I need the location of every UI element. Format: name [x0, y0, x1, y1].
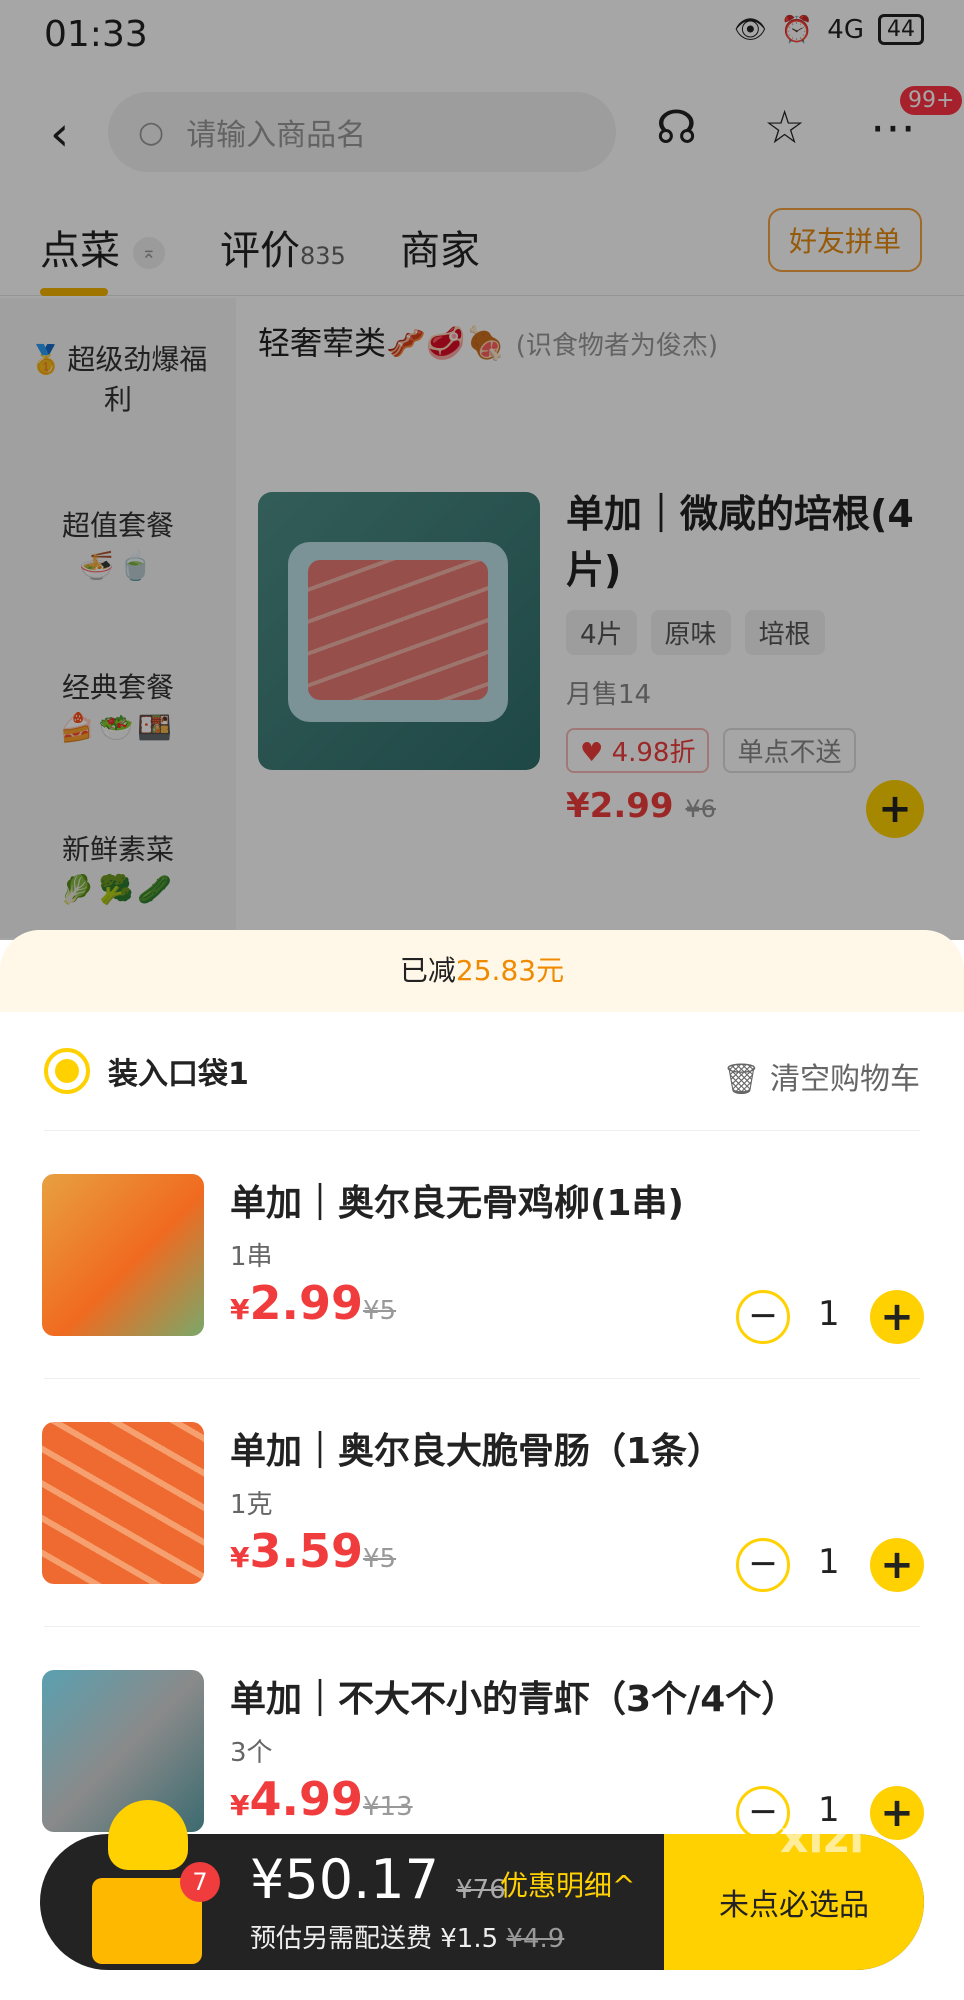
decrease-button[interactable]: −: [736, 1290, 790, 1344]
cart-mascot-icon[interactable]: 7: [80, 1800, 220, 1970]
promo-details-button[interactable]: 优惠明细^: [500, 1864, 635, 1904]
watermark: xizi: [780, 1812, 865, 1863]
cart-item: 单加｜奥尔良无骨鸡柳(1串) 1串 ¥2.99¥5 − 1 +: [0, 1130, 964, 1378]
cart-item-spec: 3个: [230, 1738, 273, 1768]
increase-button[interactable]: +: [870, 1786, 924, 1840]
increase-button[interactable]: +: [870, 1290, 924, 1344]
cart-item: 单加｜奥尔良大脆骨肠（1条） 1克 ¥3.59¥5 − 1 +: [0, 1378, 964, 1626]
cart-item-image: [42, 1174, 204, 1336]
clear-cart-button[interactable]: 🗑 清空购物车: [722, 1054, 920, 1098]
cart-item-name: 单加｜不大不小的青虾（3个/4个）: [230, 1679, 798, 1720]
bag-select[interactable]: 装入口袋1: [44, 1048, 249, 1094]
quantity-value: 1: [818, 1294, 840, 1334]
cart-item-price: ¥4.99¥13: [230, 1772, 413, 1826]
increase-button[interactable]: +: [870, 1538, 924, 1592]
cart-item-image: [42, 1422, 204, 1584]
trash-icon: 🗑: [722, 1062, 770, 1097]
delivery-fee: 预估另需配送费 ¥1.5 ¥4.9: [250, 1924, 565, 1954]
quantity-value: 1: [818, 1542, 840, 1582]
cart-count-badge: 7: [180, 1862, 220, 1902]
radio-checked-icon: [44, 1048, 90, 1094]
chevron-up-icon: ^: [612, 1869, 636, 1902]
saved-banner: 已减25.83元: [0, 930, 964, 1012]
decrease-button[interactable]: −: [736, 1538, 790, 1592]
dim-overlay[interactable]: [0, 0, 964, 940]
cart-item-spec: 1串: [230, 1242, 273, 1272]
cart-item-price: ¥3.59¥5: [230, 1524, 397, 1578]
cart-item-name: 单加｜奥尔良大脆骨肠（1条）: [230, 1431, 724, 1472]
cart-item-price: ¥2.99¥5: [230, 1276, 397, 1330]
cart-item-name: 单加｜奥尔良无骨鸡柳(1串): [230, 1183, 684, 1224]
cart-item-spec: 1克: [230, 1490, 273, 1520]
cart-total: ¥50.17 ¥76: [250, 1848, 506, 1911]
